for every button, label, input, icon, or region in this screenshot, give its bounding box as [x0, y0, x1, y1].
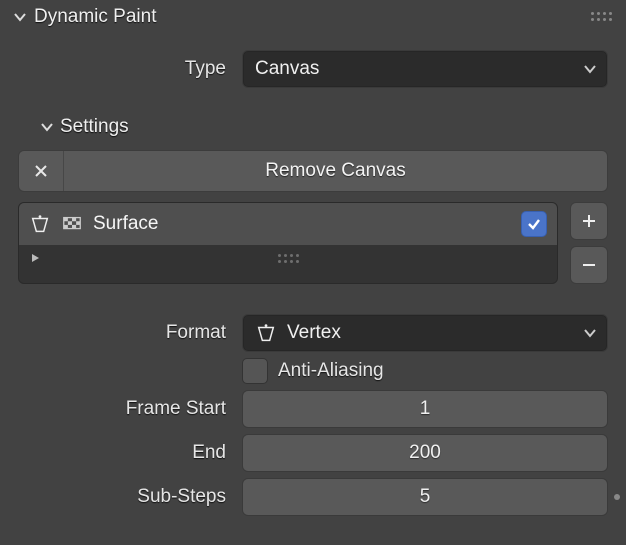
- panel-header[interactable]: Dynamic Paint: [0, 0, 626, 34]
- chevron-down-icon: [40, 120, 54, 134]
- dynamic-paint-panel: Dynamic Paint Type Canvas Sett: [0, 0, 626, 516]
- frame-end-label: End: [18, 442, 242, 464]
- canvas-icon: [29, 213, 51, 235]
- frame-start-label: Frame Start: [18, 398, 242, 420]
- remove-canvas-button[interactable]: Remove Canvas: [18, 150, 608, 192]
- frame-end-value: 200: [409, 442, 441, 464]
- sub-steps-value: 5: [420, 486, 431, 508]
- panel-title: Dynamic Paint: [34, 6, 157, 28]
- chevron-down-icon: [583, 326, 597, 340]
- list-footer: [19, 245, 557, 271]
- type-dropdown[interactable]: Canvas: [242, 50, 608, 88]
- settings-header[interactable]: Settings: [40, 116, 608, 138]
- frame-start-row: Frame Start 1: [18, 390, 608, 428]
- vertex-icon: [255, 322, 279, 344]
- list-item[interactable]: Surface: [19, 203, 557, 245]
- type-value: Canvas: [255, 58, 319, 80]
- close-icon: [19, 151, 64, 191]
- sub-steps-label: Sub-Steps: [18, 486, 242, 508]
- sub-steps-row: Sub-Steps 5: [18, 478, 608, 516]
- frame-end-field[interactable]: 200: [242, 434, 608, 472]
- type-row: Type Canvas: [18, 50, 608, 88]
- surface-enabled-checkbox[interactable]: [521, 211, 547, 237]
- anti-aliasing-label: Anti-Aliasing: [278, 360, 384, 382]
- play-icon[interactable]: [29, 252, 41, 264]
- frame-end-row: End 200: [18, 434, 608, 472]
- chevron-down-icon: [583, 62, 597, 76]
- format-dropdown[interactable]: Vertex: [242, 314, 608, 352]
- remove-surface-button[interactable]: [570, 246, 608, 284]
- anti-aliasing-row: Anti-Aliasing: [18, 358, 608, 384]
- checker-icon: [61, 213, 83, 235]
- animate-property-icon[interactable]: [614, 494, 620, 500]
- chevron-down-icon: [10, 10, 30, 24]
- format-row: Format Vertex: [18, 314, 608, 352]
- list-side-buttons: [570, 202, 608, 284]
- anti-aliasing-checkbox[interactable]: [242, 358, 268, 384]
- remove-canvas-label: Remove Canvas: [64, 151, 607, 191]
- sub-steps-field[interactable]: 5: [242, 478, 608, 516]
- format-value: Vertex: [287, 322, 341, 344]
- frame-start-value: 1: [420, 398, 431, 420]
- surface-list: Surface: [18, 202, 608, 284]
- surface-list-box[interactable]: Surface: [18, 202, 558, 284]
- surface-name: Surface: [93, 213, 511, 235]
- drag-handle-icon[interactable]: [590, 10, 612, 22]
- type-label: Type: [18, 58, 242, 80]
- add-surface-button[interactable]: [570, 202, 608, 240]
- frame-start-field[interactable]: 1: [242, 390, 608, 428]
- format-label: Format: [18, 322, 242, 344]
- settings-title: Settings: [60, 116, 129, 138]
- grip-icon[interactable]: [278, 254, 299, 263]
